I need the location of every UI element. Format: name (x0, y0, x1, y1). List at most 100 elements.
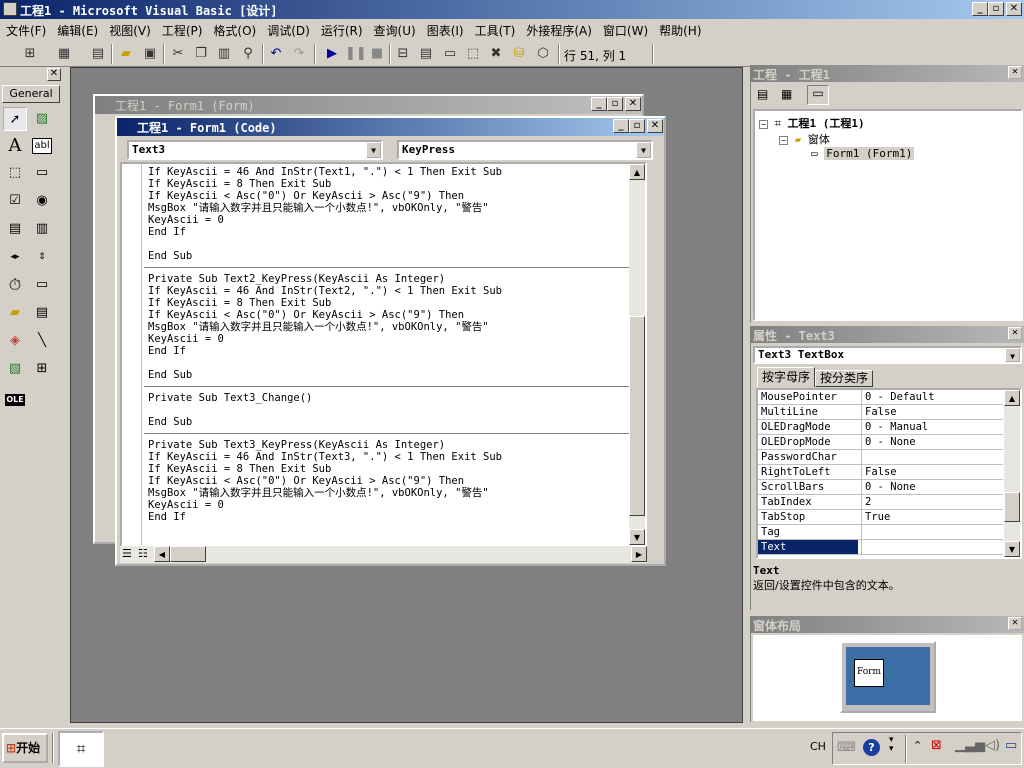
collapse-icon[interactable]: − (759, 120, 768, 129)
menu-window[interactable]: 窗口(W) (597, 19, 653, 39)
chevron-down-icon[interactable]: ▼ (636, 142, 651, 158)
code-line[interactable]: If KeyAscii = 46 And InStr(Text1, ".") <… (122, 166, 632, 178)
form-layout-titlebar[interactable]: 窗体布局 ✕ (751, 616, 1024, 633)
data-view-icon[interactable]: ⛁ (509, 44, 529, 64)
object-combo[interactable]: Text3 ▼ (127, 140, 383, 160)
scroll-thumb[interactable] (1004, 492, 1020, 522)
chevron-down-icon[interactable]: ▼ (366, 142, 381, 158)
property-value[interactable]: False (861, 465, 897, 480)
code-line[interactable]: KeyAscii = 0 (122, 333, 632, 345)
minimize-button[interactable]: _ (972, 2, 988, 16)
shape-icon[interactable]: ◈ (3, 329, 27, 353)
code-line[interactable]: If KeyAscii < Asc("0") Or KeyAscii > Asc… (122, 309, 632, 321)
copy-icon[interactable]: ❐ (191, 44, 211, 64)
data-icon[interactable]: ⊞ (30, 357, 54, 381)
property-grid[interactable]: MousePointer 0 - Default MultiLine False OLE… (756, 388, 1022, 559)
vscrollbar-icon[interactable]: ⇕ (30, 245, 54, 269)
code-line[interactable]: Private Sub Text3_KeyPress(KeyAscii As I… (122, 439, 632, 451)
code-line[interactable]: Private Sub Text3_Change() (122, 392, 632, 404)
menu-format[interactable]: 格式(O) (207, 19, 261, 39)
start-icon[interactable]: ▶ (322, 44, 342, 64)
property-row[interactable]: Text (758, 540, 1003, 555)
expand-icon[interactable]: ▾ ▾ (889, 736, 894, 754)
code-line[interactable] (122, 404, 632, 416)
property-value[interactable]: False (861, 405, 897, 420)
code-max-button[interactable]: ▫ (629, 119, 645, 133)
property-row[interactable]: OLEDropMode 0 - None (758, 435, 1003, 450)
code-line[interactable]: If KeyAscii < Asc("0") Or KeyAscii > Asc… (122, 475, 632, 487)
line-icon[interactable]: ╲ (30, 329, 54, 353)
image-icon[interactable]: ▧ (3, 357, 27, 381)
full-module-view-icon[interactable]: ☷ (138, 547, 148, 560)
toolbox-tab-general[interactable]: General (2, 85, 60, 103)
tab-alphabetic[interactable]: 按字母序 (757, 367, 815, 387)
toolbox-close-button[interactable]: ✕ (47, 68, 61, 81)
menu-file[interactable]: 文件(F) (0, 19, 51, 39)
menu-help[interactable]: 帮助(H) (653, 19, 706, 39)
menu-diagram[interactable]: 图表(I) (421, 19, 469, 39)
form-max-button[interactable]: ▫ (607, 97, 623, 111)
menu-addins[interactable]: 外接程序(A) (520, 19, 597, 39)
property-value[interactable] (861, 525, 865, 540)
code-line[interactable]: KeyAscii = 0 (122, 499, 632, 511)
scroll-down-icon[interactable]: ▼ (629, 529, 645, 545)
code-line[interactable]: If KeyAscii = 8 Then Exit Sub (122, 463, 632, 475)
scroll-down-icon[interactable]: ▼ (1004, 541, 1020, 557)
frame-icon[interactable]: ⬚ (3, 161, 27, 185)
property-row[interactable]: TabIndex 2 (758, 495, 1003, 510)
combobox-icon[interactable]: ▤ (3, 217, 27, 241)
procedure-view-icon[interactable]: ☰ (122, 547, 132, 560)
property-row[interactable]: RightToLeft False (758, 465, 1003, 480)
hscroll-thumb[interactable] (170, 546, 206, 562)
open-icon[interactable]: ▰ (116, 44, 136, 64)
close-icon[interactable]: ✕ (1008, 327, 1022, 340)
code-line[interactable] (122, 238, 632, 250)
volume-icon[interactable]: ◁) (985, 738, 1000, 753)
scroll-left-icon[interactable]: ◀ (154, 546, 170, 562)
code-editor[interactable]: If KeyAscii = 46 And InStr(Text1, ".") <… (120, 162, 647, 547)
property-row[interactable]: TabStop True (758, 510, 1003, 525)
listbox-icon[interactable]: ▥ (30, 217, 54, 241)
menu-project[interactable]: 工程(P) (156, 19, 208, 39)
code-line[interactable] (122, 357, 632, 369)
toggle-folders-icon[interactable]: ▭ (807, 85, 829, 105)
close-icon[interactable]: ✕ (1008, 66, 1022, 79)
code-line[interactable]: Private Sub Text2_KeyPress(KeyAscii As I… (122, 273, 632, 285)
close-icon[interactable]: ✕ (1008, 617, 1022, 630)
code-line[interactable]: End Sub (122, 416, 632, 428)
component-manager-icon[interactable]: ⬡ (533, 44, 553, 64)
property-value[interactable] (861, 540, 865, 555)
add-form-icon[interactable]: ▦ (54, 44, 74, 64)
properties-icon[interactable]: ▤ (416, 44, 436, 64)
cut-icon[interactable]: ✂ (168, 44, 188, 64)
find-icon[interactable]: ⚲ (238, 44, 258, 64)
tree-item[interactable]: ▭ Form1 (Form1) (811, 147, 915, 160)
code-line[interactable]: If KeyAscii = 46 And InStr(Text2, ".") <… (122, 285, 632, 297)
property-row[interactable]: Tag (758, 525, 1003, 540)
menu-edit[interactable]: 编辑(E) (51, 19, 103, 39)
collapse-icon[interactable]: − (779, 136, 788, 145)
code-close-button[interactable]: ✕ (647, 119, 663, 133)
ole-icon[interactable]: OLE (3, 387, 27, 411)
label-icon[interactable]: A (3, 134, 27, 158)
language-indicator[interactable]: CH (810, 740, 826, 753)
property-value[interactable]: 0 - None (861, 480, 916, 495)
scroll-right-icon[interactable]: ▶ (631, 546, 647, 562)
property-row[interactable]: OLEDragMode 0 - Manual (758, 420, 1003, 435)
code-line[interactable]: End If (122, 511, 632, 523)
property-value[interactable]: 0 - Default (861, 390, 935, 405)
app-titlebar[interactable]: 工程1 - Microsoft Visual Basic [设计] _ ▫ ✕ (0, 0, 1024, 19)
hscrollbar-icon[interactable]: ◂▸ (3, 245, 27, 269)
property-value[interactable]: 2 (861, 495, 871, 510)
monitor-icon[interactable]: ▭ (1005, 738, 1017, 753)
code-line[interactable]: MsgBox "请输入数字并且只能输入一个小数点!", vbOKOnly, "警… (122, 487, 632, 499)
procedure-combo[interactable]: KeyPress ▼ (397, 140, 653, 160)
scroll-up-icon[interactable]: ▲ (1004, 390, 1020, 406)
commandbutton-icon[interactable]: ▭ (30, 161, 54, 185)
network-warning-icon[interactable]: ⊠ (931, 738, 942, 753)
property-scrollbar[interactable]: ▲ ▼ (1004, 390, 1020, 557)
property-row[interactable]: PasswordChar (758, 450, 1003, 465)
tree-folder[interactable]: − ▰ 窗体 (779, 131, 830, 147)
save-icon[interactable]: ▣ (140, 44, 160, 64)
form-layout-icon[interactable]: ▭ (440, 44, 460, 64)
